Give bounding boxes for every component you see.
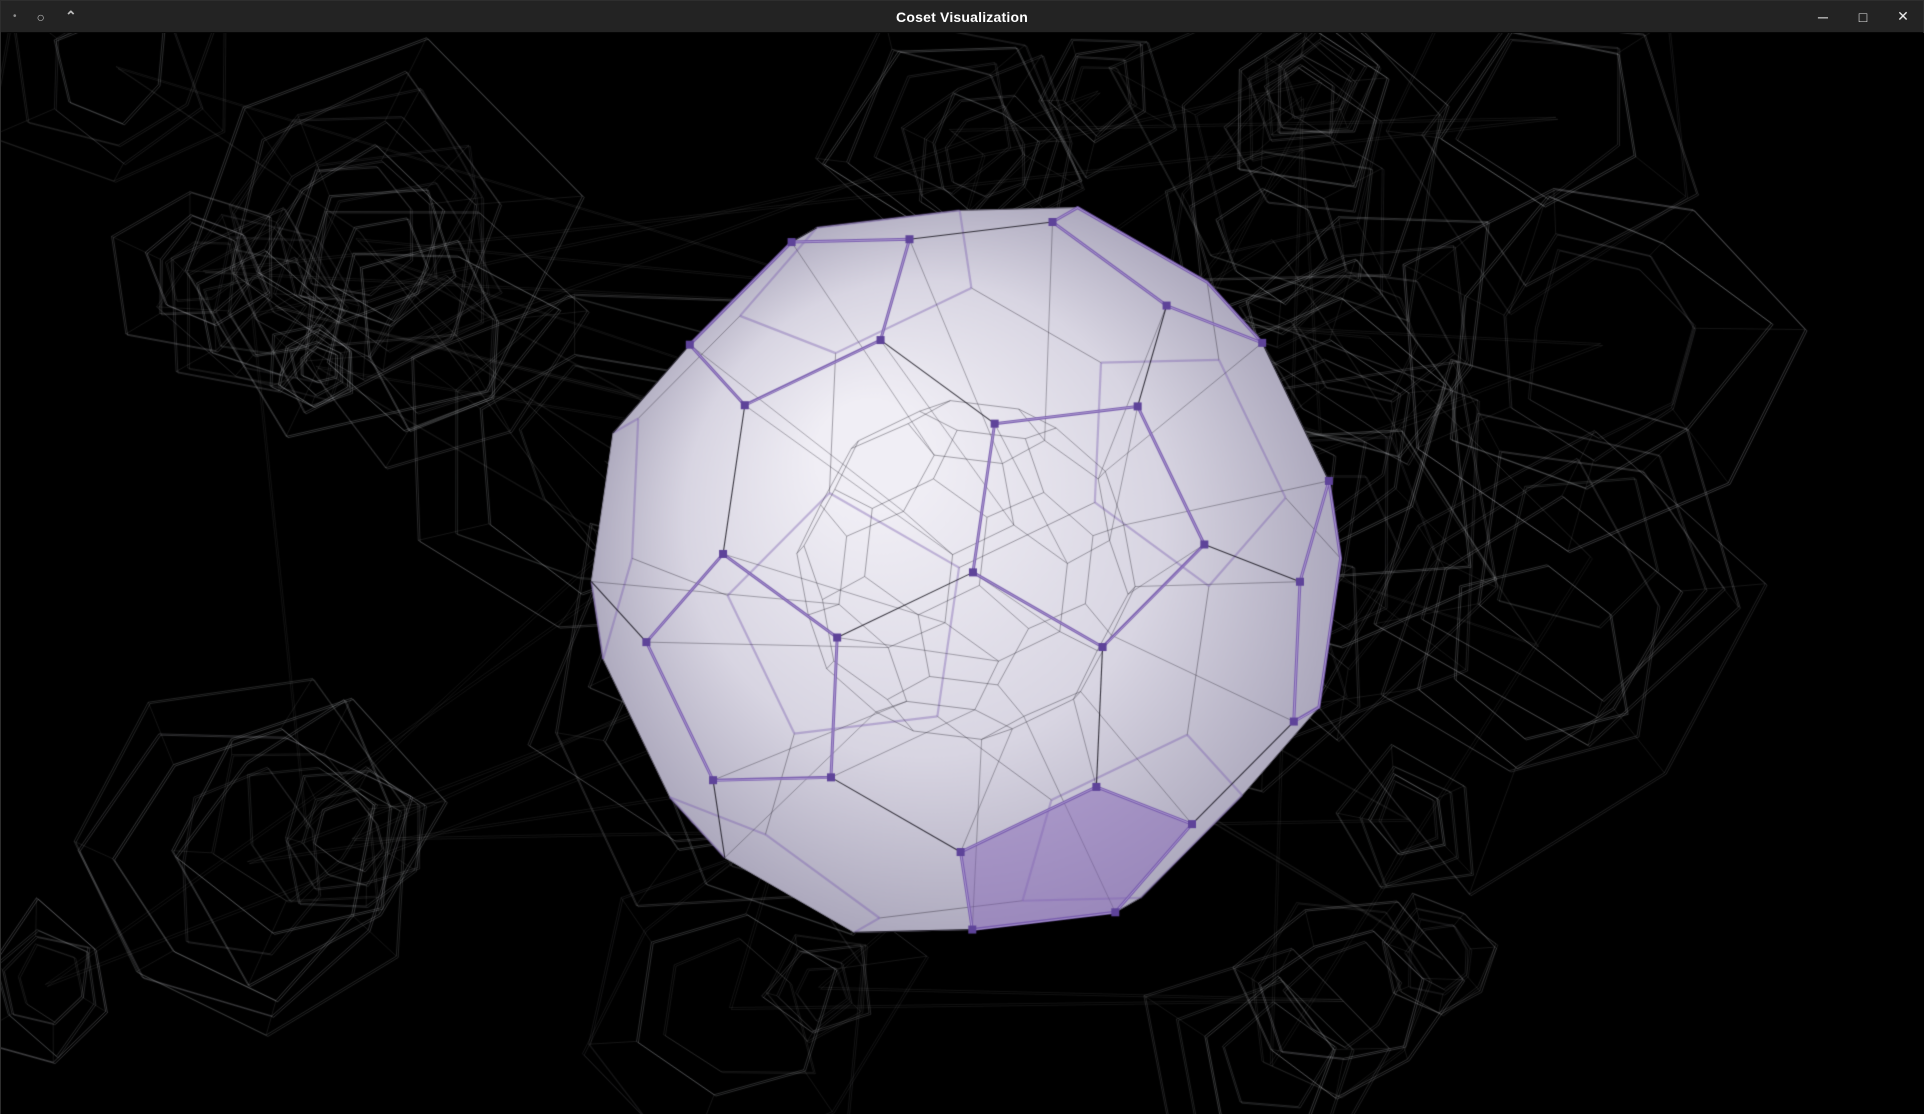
window-controls: ─ □ ✕ xyxy=(1815,1,1911,32)
minimize-button[interactable]: ─ xyxy=(1815,9,1831,25)
viewport xyxy=(1,33,1923,1114)
visualization-canvas[interactable] xyxy=(1,33,1924,1114)
close-button[interactable]: ✕ xyxy=(1895,8,1911,25)
app-window: • ○ ⌃ Coset Visualization ─ □ ✕ xyxy=(0,0,1924,1114)
window-title: Coset Visualization xyxy=(1,9,1923,25)
titlebar[interactable]: • ○ ⌃ Coset Visualization ─ □ ✕ xyxy=(1,1,1923,33)
maximize-button[interactable]: □ xyxy=(1855,9,1871,25)
